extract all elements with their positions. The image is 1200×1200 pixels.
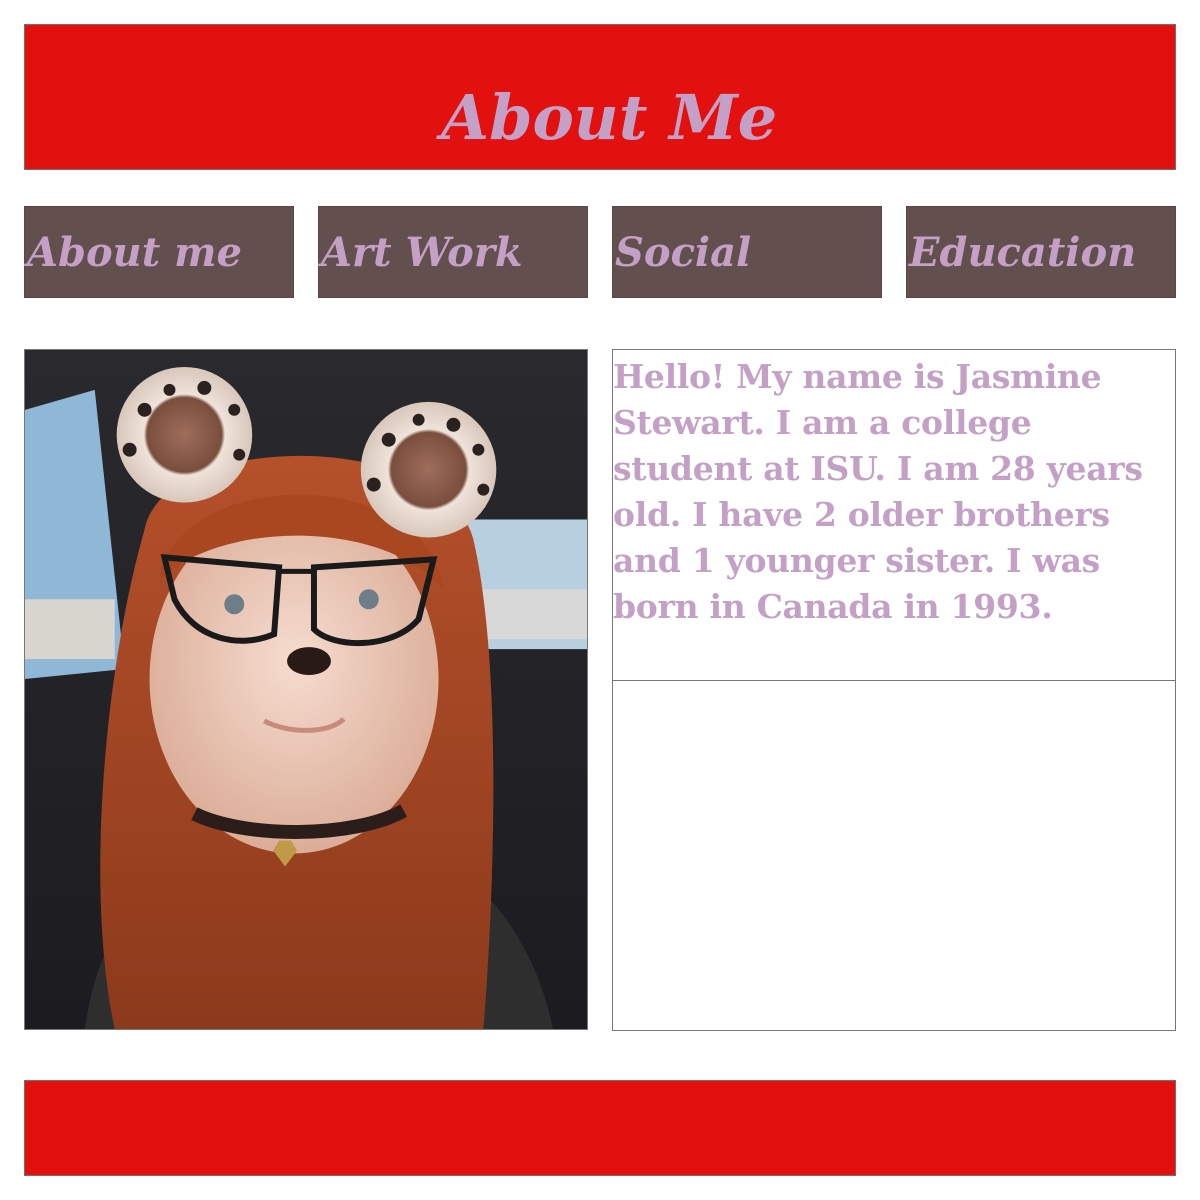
nav-about-me[interactable]: About me (24, 206, 294, 298)
page-title: About Me (441, 81, 778, 154)
nav-social[interactable]: Social (612, 206, 882, 298)
footer-banner (24, 1080, 1176, 1176)
bio-text: Hello! My name is Jasmine Stewart. I am … (613, 357, 1143, 626)
nav-label: Art Work (321, 229, 523, 276)
nav-art-work[interactable]: Art Work (318, 206, 588, 298)
nav-label: Social (615, 229, 752, 276)
bio-panel: Hello! My name is Jasmine Stewart. I am … (612, 349, 1176, 681)
nav-education[interactable]: Education (906, 206, 1176, 298)
content-panel (612, 680, 1176, 1031)
profile-photo (24, 349, 588, 1030)
nav-label: About me (27, 229, 242, 276)
nav-label: Education (909, 229, 1137, 276)
profile-photo-illustration (25, 350, 587, 1029)
header-banner: About Me (24, 24, 1176, 170)
